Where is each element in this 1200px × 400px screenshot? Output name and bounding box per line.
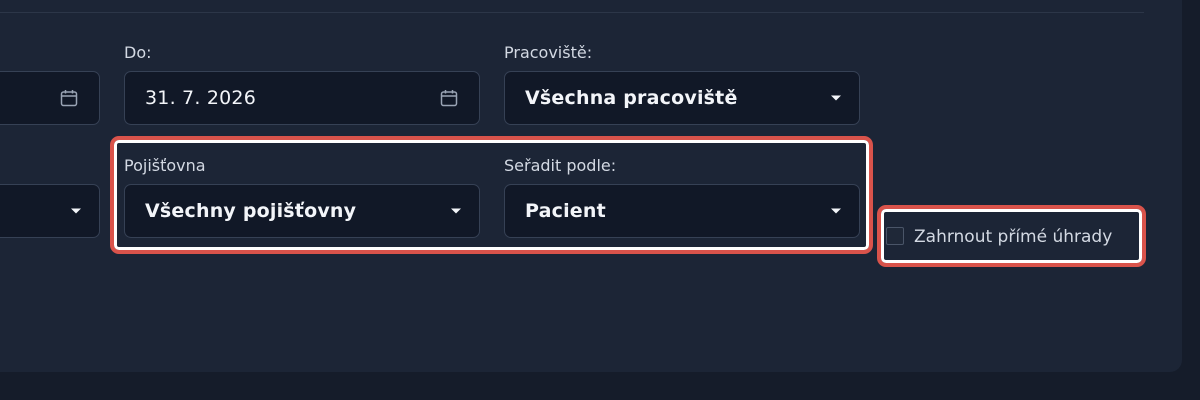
left-select[interactable] [0, 184, 100, 238]
direct-payments-label[interactable]: Zahrnout přímé úhrady [914, 226, 1112, 248]
calendar-icon[interactable] [59, 88, 79, 108]
chevron-down-icon [831, 208, 841, 214]
direct-payments-checkbox[interactable] [886, 227, 904, 245]
to-date-input[interactable]: 31. 7. 2026 [124, 71, 480, 125]
calendar-icon[interactable] [439, 88, 459, 108]
workplace-select[interactable]: Všechna pracoviště [504, 71, 860, 125]
insurer-value: Všechny pojišťovny [145, 200, 357, 222]
sort-by-label: Seřadit podle: [504, 156, 617, 175]
workplace-label: Pracoviště: [504, 43, 593, 62]
sort-by-value: Pacient [525, 200, 606, 222]
insurer-select[interactable]: Všechny pojišťovny [124, 184, 480, 238]
chevron-down-icon [451, 208, 461, 214]
to-date-value: 31. 7. 2026 [145, 87, 256, 109]
to-date-label: Do: [124, 43, 152, 62]
from-date-input[interactable] [0, 71, 100, 125]
workplace-value: Všechna pracoviště [525, 87, 738, 109]
insurer-label: Pojišťovna [124, 156, 206, 175]
sort-by-select[interactable]: Pacient [504, 184, 860, 238]
divider [0, 12, 1144, 13]
chevron-down-icon [71, 208, 81, 214]
chevron-down-icon [831, 95, 841, 101]
